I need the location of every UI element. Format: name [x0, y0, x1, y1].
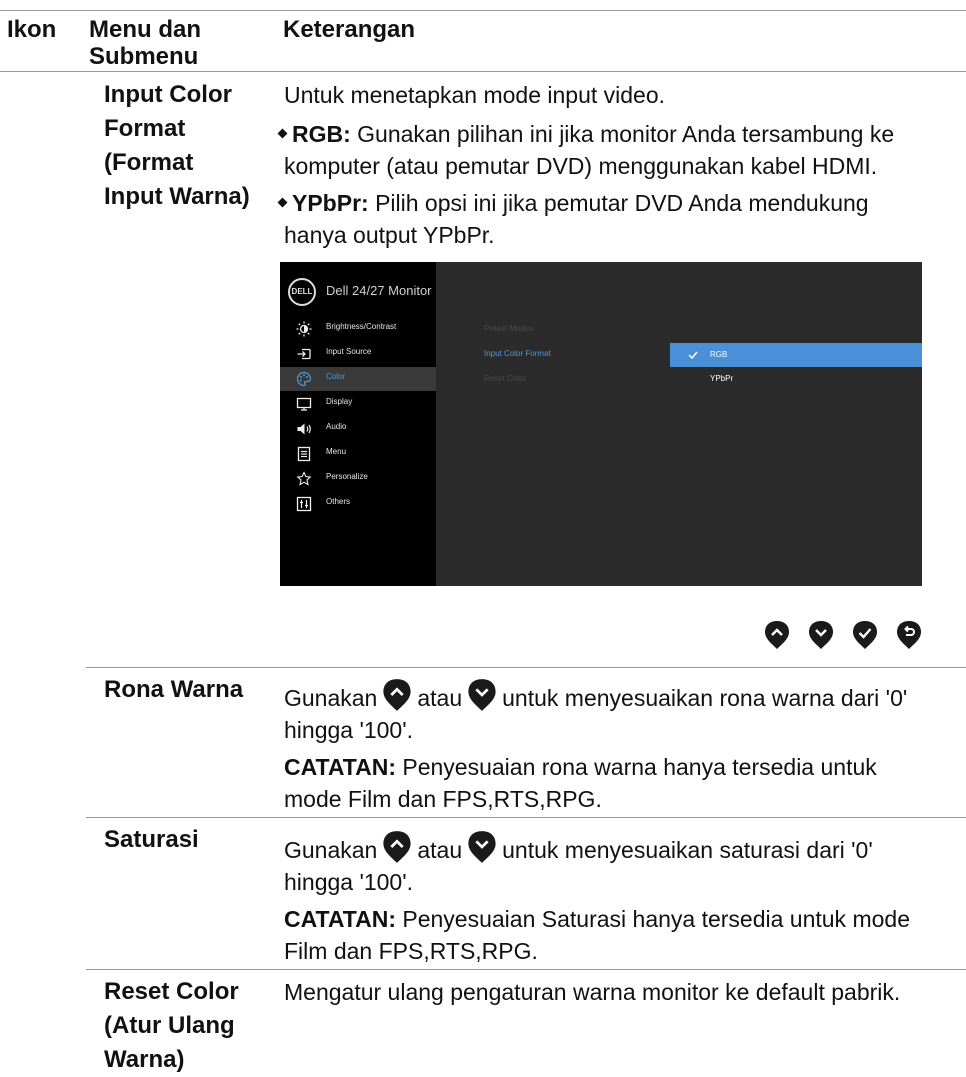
osd-sidebar: DELL Dell 24/27 Monitor Brightness/Contr… [280, 262, 436, 586]
osd-option-preset-modes[interactable]: Preset Modes [484, 324, 533, 333]
saturasi-line1: Gunakan atau untuk menyesuaikan saturasi d… [284, 830, 873, 867]
osd-item-input-source[interactable]: Input Source [280, 342, 436, 366]
row-rona-warna-name: Rona Warna [104, 676, 244, 703]
color-palette-icon [296, 371, 312, 387]
bullet-icon [277, 128, 288, 139]
header-icon-col: Ikon [7, 16, 57, 43]
bullet-icon [277, 197, 288, 208]
osd-item-others[interactable]: Others [280, 492, 436, 516]
top-rule [0, 10, 966, 11]
osd-title: Dell 24/27 Monitor [326, 283, 432, 298]
rona-warna-note-line2: mode Film dan FPS,RTS,RPG. [284, 786, 602, 812]
back-icon[interactable] [896, 620, 922, 650]
osd-item-color[interactable]: Color [280, 367, 436, 391]
chevron-up-icon [383, 831, 411, 863]
dell-logo: DELL [288, 278, 316, 306]
row-rule-2 [86, 817, 966, 818]
osd-item-display[interactable]: Display [280, 392, 436, 416]
osd-menu-screenshot: DELL Dell 24/27 Monitor Brightness/Contr… [280, 262, 922, 586]
rgb-bullet-line1: RGB: Gunakan pilihan ini jika monitor An… [276, 117, 894, 151]
rona-warna-note-line1: CATATAN: Penyesuaian rona warna hanya te… [284, 754, 877, 780]
osd-item-audio[interactable]: Audio [280, 417, 436, 441]
chevron-down-icon [468, 831, 496, 863]
speaker-icon [297, 423, 311, 435]
osd-content: Preset Modes Input Color Format Reset Co… [436, 262, 922, 586]
menu-icon [297, 446, 311, 462]
ypbpr-bullet-line1: YPbPr: Pilih opsi ini jika pemutar DVD A… [276, 186, 869, 220]
input-source-icon [297, 348, 311, 360]
row-saturasi-name: Saturasi [104, 826, 199, 853]
rona-warna-line2: hingga '100'. [284, 717, 414, 743]
row-rule-1 [86, 667, 966, 668]
brightness-icon [296, 321, 312, 337]
header-menu-col-2: Submenu [89, 43, 199, 70]
osd-item-personalize[interactable]: Personalize [280, 467, 436, 491]
row-rule-3 [86, 969, 966, 970]
osd-item-menu[interactable]: Menu [280, 442, 436, 466]
star-icon [296, 471, 312, 486]
row-reset-color-name: Reset Color (Atur Ulang Warna) [104, 978, 239, 1073]
saturasi-note-line2: Film dan FPS,RTS,RPG. [284, 938, 538, 964]
rona-warna-line1: Gunakan atau untuk menyesuaikan rona warna… [284, 678, 907, 715]
chevron-down-icon[interactable] [808, 620, 834, 650]
display-icon [296, 397, 312, 411]
input-color-format-intro: Untuk menetapkan mode input video. [284, 82, 666, 108]
osd-selected-rgb[interactable]: RGB [670, 343, 922, 367]
osd-value-ypbpr[interactable]: YPbPr [710, 374, 733, 383]
check-icon [688, 351, 698, 360]
chevron-up-icon [383, 679, 411, 711]
saturasi-line2: hingga '100'. [284, 869, 414, 895]
chevron-up-icon[interactable] [764, 620, 790, 650]
reset-color-desc: Mengatur ulang pengaturan warna monitor … [284, 979, 901, 1005]
osd-option-input-color-format[interactable]: Input Color Format [484, 349, 551, 358]
osd-option-reset-color[interactable]: Reset Color [484, 374, 526, 383]
header-desc-col: Keterangan [283, 16, 416, 43]
chevron-down-icon [468, 679, 496, 711]
saturasi-note-line1: CATATAN: Penyesuaian Saturasi hanya ters… [284, 906, 910, 932]
rgb-bullet-line2: komputer (atau pemutar DVD) menggunakan … [284, 153, 878, 179]
osd-item-brightness[interactable]: Brightness/Contrast [280, 317, 436, 341]
check-button-icon[interactable] [852, 620, 878, 650]
ypbpr-bullet-line2: hanya output YPbPr. [284, 222, 495, 248]
row-input-color-format-name: Input Color Format (Format Input Warna) [104, 81, 250, 210]
others-icon [296, 496, 312, 512]
